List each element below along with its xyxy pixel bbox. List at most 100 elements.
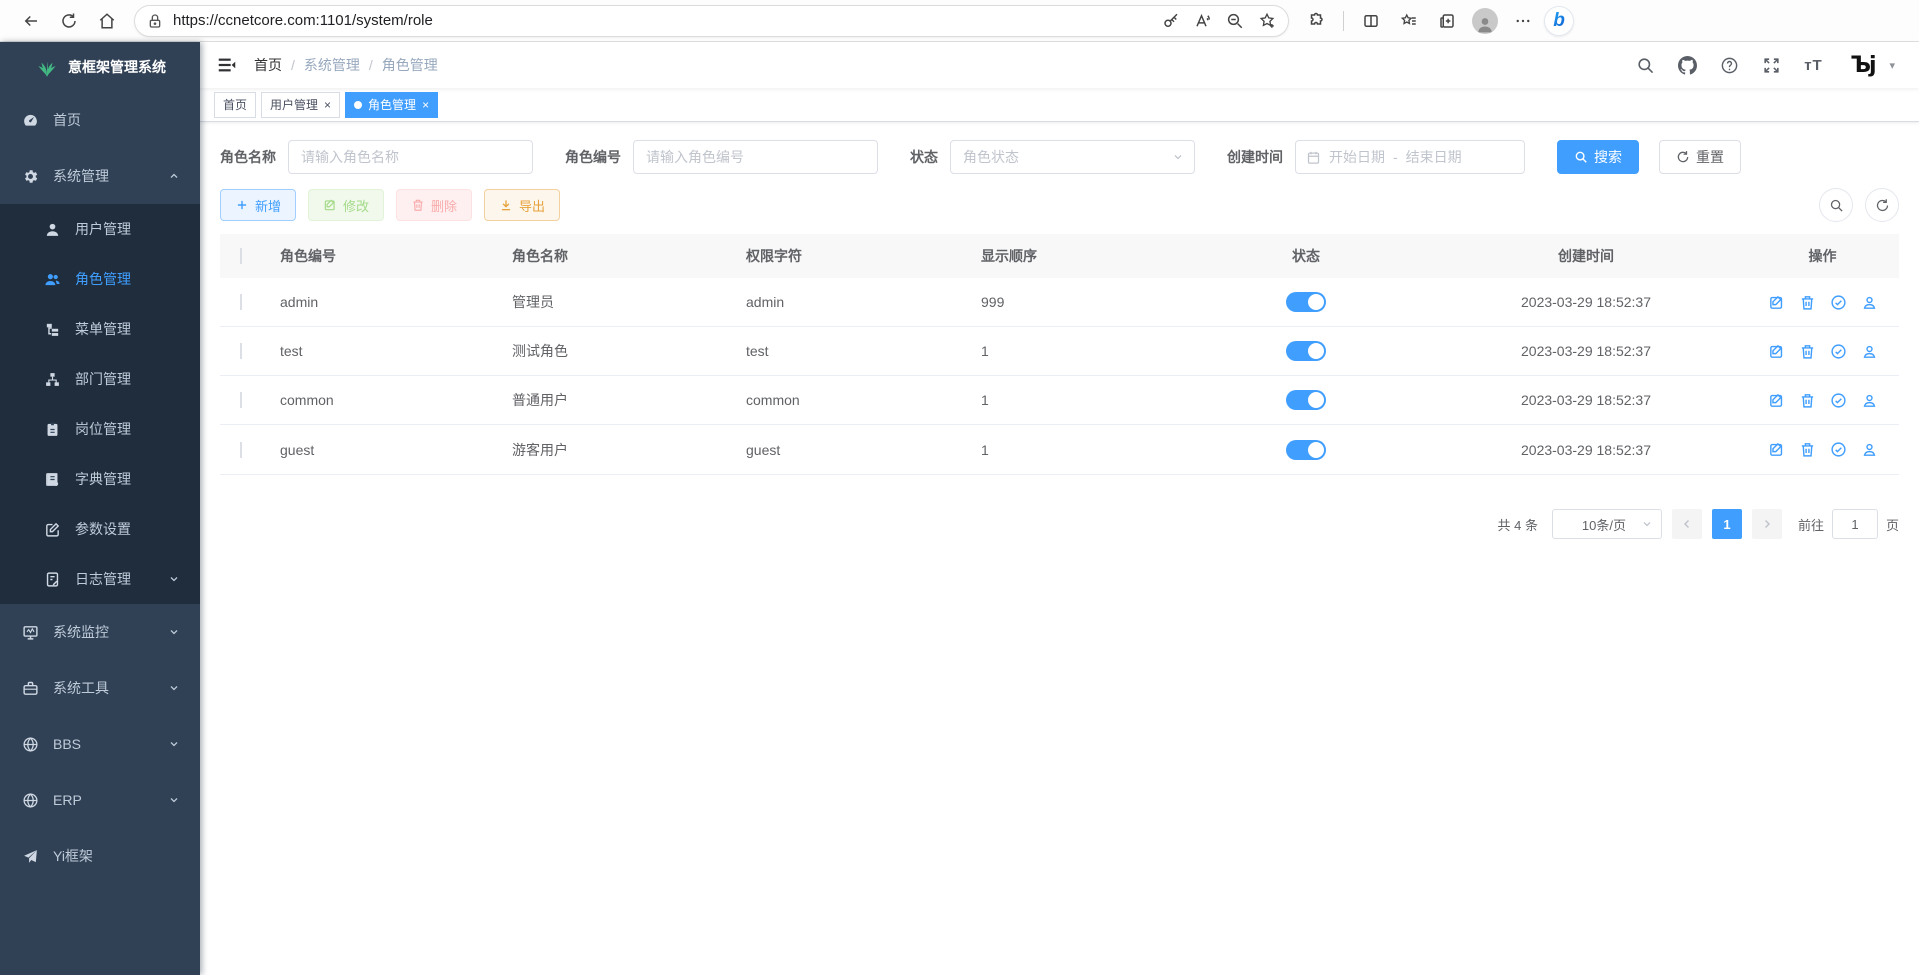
split-screen-button[interactable] [1354, 4, 1388, 38]
sidebar-item-yi-framework[interactable]: Yi框架 [0, 828, 200, 884]
browser-refresh-button[interactable] [52, 4, 86, 38]
status-toggle[interactable] [1286, 292, 1326, 312]
page-size-select[interactable]: 10条/页 [1552, 509, 1662, 539]
sidebar-item-home[interactable]: 首页 [0, 92, 200, 148]
row-checkbox[interactable] [240, 343, 242, 359]
close-icon[interactable]: × [324, 99, 331, 111]
favorites-button[interactable] [1392, 4, 1426, 38]
delete-row-icon[interactable] [1799, 294, 1816, 311]
table-toolbar: 新增 修改 删除 导出 [220, 188, 1899, 222]
status-toggle[interactable] [1286, 440, 1326, 460]
chevron-down-icon [168, 573, 180, 585]
sidebar-item-dict-mgmt[interactable]: 字典管理 [0, 454, 200, 504]
sidebar-submenu-system: 用户管理 角色管理 菜单管理 部门管理 [0, 204, 200, 604]
data-scope-icon[interactable] [1830, 441, 1847, 458]
edit-button[interactable]: 修改 [308, 189, 384, 221]
sidebar-item-log-mgmt[interactable]: 日志管理 [0, 554, 200, 604]
sidebar-item-user-mgmt[interactable]: 用户管理 [0, 204, 200, 254]
cell-role-code: admin [270, 294, 502, 310]
browser-back-button[interactable] [14, 4, 48, 38]
add-button[interactable]: 新增 [220, 189, 296, 221]
assign-user-icon[interactable] [1861, 441, 1878, 458]
delete-button[interactable]: 删除 [396, 189, 472, 221]
row-checkbox[interactable] [240, 392, 242, 408]
sidebar-item-dept-mgmt[interactable]: 部门管理 [0, 354, 200, 404]
next-page-button[interactable] [1752, 509, 1782, 539]
chevron-down-icon [168, 794, 180, 806]
breadcrumb-home[interactable]: 首页 [254, 55, 282, 75]
read-aloud-button[interactable] [1188, 6, 1218, 36]
row-actions [1746, 343, 1899, 360]
font-size-button[interactable]: тT [1797, 49, 1829, 81]
sidebar-item-erp[interactable]: ERP [0, 772, 200, 828]
edit-row-icon[interactable] [1768, 441, 1785, 458]
header-search-button[interactable] [1629, 49, 1661, 81]
sidebar-item-system-tools[interactable]: 系统工具 [0, 660, 200, 716]
cell-perm-string: guest [736, 442, 971, 458]
toggle-knob [1308, 294, 1324, 310]
reset-button[interactable]: 重置 [1659, 140, 1741, 174]
edit-row-icon[interactable] [1768, 294, 1785, 311]
sidebar-item-system-monitor[interactable]: 系统监控 [0, 604, 200, 660]
edit-row-icon[interactable] [1768, 392, 1785, 409]
data-scope-icon[interactable] [1830, 294, 1847, 311]
select-all-checkbox[interactable] [240, 248, 242, 264]
browser-toolbar: https://ccnetcore.com:1101/system/role [0, 0, 1919, 42]
saved-passwords-button[interactable] [1156, 6, 1186, 36]
fullscreen-button[interactable] [1755, 49, 1787, 81]
sidebar-item-param-settings[interactable]: 参数设置 [0, 504, 200, 554]
goto-page-input[interactable] [1832, 509, 1878, 539]
status-select[interactable]: 角色状态 [950, 140, 1195, 174]
page-number-1[interactable]: 1 [1712, 509, 1742, 539]
user-avatar[interactable]: Ъj [1847, 50, 1877, 80]
assign-user-icon[interactable] [1861, 343, 1878, 360]
avatar-caret-icon[interactable]: ▾ [1889, 59, 1895, 72]
sidebar-item-menu-mgmt[interactable]: 菜单管理 [0, 304, 200, 354]
browser-home-button[interactable] [90, 4, 124, 38]
search-button[interactable]: 搜索 [1557, 140, 1639, 174]
row-checkbox[interactable] [240, 294, 242, 310]
browser-profile-button[interactable] [1468, 4, 1502, 38]
role-name-input[interactable] [288, 140, 533, 174]
tab-role-mgmt[interactable]: 角色管理 × [345, 92, 438, 118]
sidebar-item-bbs[interactable]: BBS [0, 716, 200, 772]
prev-page-button[interactable] [1672, 509, 1702, 539]
filter-role-code-label: 角色编号 [565, 147, 621, 167]
tab-home[interactable]: 首页 [214, 92, 256, 118]
copilot-button[interactable]: b [1544, 6, 1574, 36]
browser-settings-button[interactable] [1506, 4, 1540, 38]
url-text[interactable]: https://ccnetcore.com:1101/system/role [173, 12, 1156, 29]
assign-user-icon[interactable] [1861, 392, 1878, 409]
sidebar-item-post-mgmt[interactable]: 岗位管理 [0, 404, 200, 454]
refresh-table-button[interactable] [1865, 188, 1899, 222]
row-checkbox[interactable] [240, 442, 242, 458]
plant-logo-icon [34, 54, 60, 80]
data-scope-icon[interactable] [1830, 343, 1847, 360]
edit-row-icon[interactable] [1768, 343, 1785, 360]
sidebar-item-system-mgmt[interactable]: 系统管理 [0, 148, 200, 204]
date-range-picker[interactable]: 开始日期 - 结束日期 [1295, 140, 1525, 174]
github-link-button[interactable] [1671, 49, 1703, 81]
help-button[interactable] [1713, 49, 1745, 81]
toggle-search-button[interactable] [1819, 188, 1853, 222]
status-toggle[interactable] [1286, 390, 1326, 410]
delete-row-icon[interactable] [1799, 441, 1816, 458]
role-code-input[interactable] [633, 140, 878, 174]
add-favorite-button[interactable] [1252, 6, 1282, 36]
assign-user-icon[interactable] [1861, 294, 1878, 311]
collections-button[interactable] [1430, 4, 1464, 38]
sidebar-item-role-mgmt[interactable]: 角色管理 [0, 254, 200, 304]
breadcrumb-system-mgmt[interactable]: 系统管理 [304, 55, 360, 75]
zoom-out-button[interactable] [1220, 6, 1250, 36]
address-bar[interactable]: https://ccnetcore.com:1101/system/role [134, 5, 1289, 37]
export-button[interactable]: 导出 [484, 189, 560, 221]
data-scope-icon[interactable] [1830, 392, 1847, 409]
collapse-sidebar-icon[interactable] [216, 54, 238, 76]
delete-row-icon[interactable] [1799, 392, 1816, 409]
close-icon[interactable]: × [422, 99, 429, 111]
browser-essentials-button[interactable] [1299, 4, 1333, 38]
delete-row-icon[interactable] [1799, 343, 1816, 360]
status-toggle[interactable] [1286, 341, 1326, 361]
tab-user-mgmt[interactable]: 用户管理 × [261, 92, 340, 118]
app-logo[interactable]: 意框架管理系统 [0, 42, 200, 92]
